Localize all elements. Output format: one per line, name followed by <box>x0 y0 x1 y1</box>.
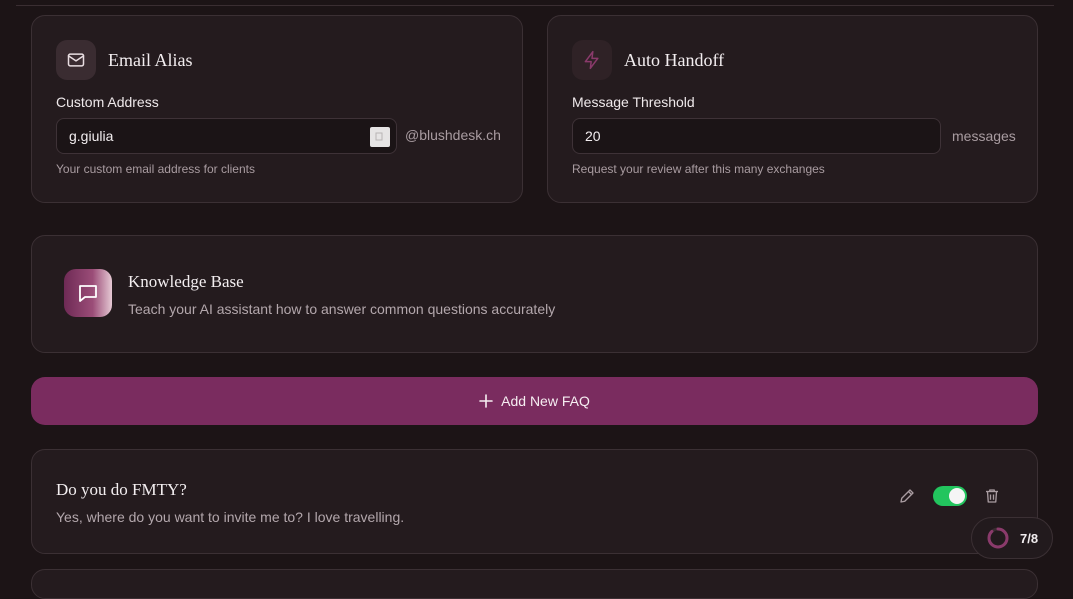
faq-enabled-toggle[interactable] <box>933 486 967 506</box>
add-faq-button[interactable]: Add New FAQ <box>31 377 1038 425</box>
message-threshold-label: Message Threshold <box>572 94 695 110</box>
knowledge-base-title: Knowledge Base <box>128 272 244 291</box>
next-faq-item <box>31 569 1038 599</box>
chat-bubble-icon <box>64 269 112 317</box>
messages-unit: messages <box>952 128 1016 144</box>
knowledge-base-card: Knowledge Base Teach your AI assistant h… <box>31 235 1038 353</box>
add-faq-label: Add New FAQ <box>501 393 590 409</box>
trash-icon <box>986 489 998 503</box>
progress-label: 7/8 <box>1020 530 1039 546</box>
toggle-knob <box>949 488 965 504</box>
lightning-icon <box>572 40 612 80</box>
pencil-icon <box>900 489 914 503</box>
faq-question: Do you do FMTY? <box>56 480 187 499</box>
auto-handoff-title: Auto Handoff <box>624 50 725 70</box>
custom-address-helper: Your custom email address for clients <box>56 162 255 176</box>
edit-faq-button[interactable] <box>898 487 918 507</box>
custom-address-value: g.giulia <box>69 128 114 144</box>
message-threshold-value: 20 <box>585 128 601 144</box>
auto-handoff-card: Auto Handoff Message Threshold 20 messag… <box>547 15 1038 203</box>
faq-answer: Yes, where do you want to invite me to? … <box>56 509 405 525</box>
progress-indicator[interactable]: 7/8 <box>971 517 1053 559</box>
knowledge-base-description: Teach your AI assistant how to answer co… <box>128 301 556 317</box>
custom-address-label: Custom Address <box>56 94 159 110</box>
faq-item: Do you do FMTY? Yes, where do you want t… <box>31 449 1038 554</box>
mail-icon <box>56 40 96 80</box>
autofill-icon[interactable] <box>370 127 390 147</box>
email-alias-title: Email Alias <box>108 50 193 70</box>
plus-icon <box>479 394 493 408</box>
top-divider <box>16 5 1054 6</box>
progress-ring-icon <box>987 527 1009 549</box>
message-threshold-helper: Request your review after this many exch… <box>572 162 825 176</box>
custom-address-input[interactable]: g.giulia <box>56 118 397 154</box>
message-threshold-input[interactable]: 20 <box>572 118 941 154</box>
email-alias-card: Email Alias Custom Address g.giulia @blu… <box>31 15 523 203</box>
email-domain-suffix: @blushdesk.ch <box>405 127 501 143</box>
delete-faq-button[interactable] <box>983 487 1003 507</box>
